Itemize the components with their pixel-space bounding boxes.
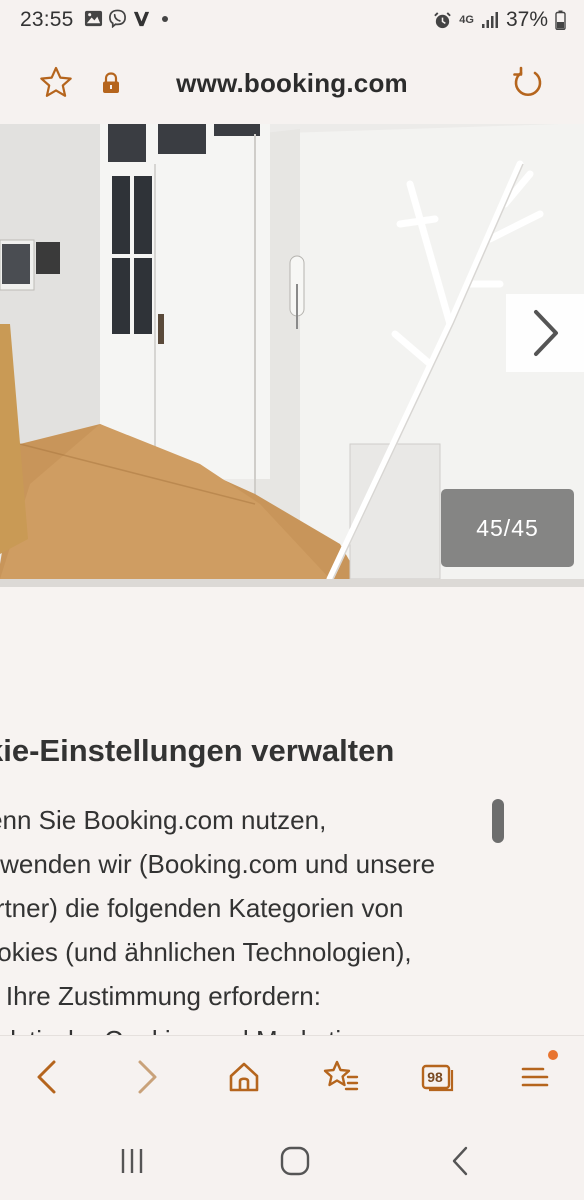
photo-counter: 45/45 [441, 489, 574, 567]
cookie-text-line: verwenden wir (Booking.com und unsere [0, 849, 436, 879]
battery-icon [555, 10, 566, 30]
recent-apps-icon [121, 1149, 143, 1173]
cookie-text-line: Cookies (und ähnlichen Technologien), [0, 937, 412, 967]
cookie-title: kie-Einstellungen verwalten [0, 733, 395, 768]
status-time: 23:55 [20, 8, 74, 31]
dot-icon [162, 15, 168, 22]
bookmarks-icon [323, 1060, 359, 1091]
browser-toolbar: 98 [0, 1035, 584, 1119]
system-back-button[interactable] [439, 1141, 481, 1181]
alarm-icon [434, 11, 452, 28]
battery-percent: 37% [505, 8, 548, 31]
property-photo[interactable]: 45/45 [0, 124, 584, 579]
back-icon [452, 1146, 468, 1176]
cookie-text-line: Wenn Sie Booking.com nutzen, [0, 805, 327, 835]
menu-button[interactable] [514, 1050, 558, 1098]
notification-icons [84, 9, 170, 28]
forward-icon [138, 1060, 157, 1094]
network-4g-icon: 4G [459, 14, 474, 26]
tabs-button[interactable]: 98 [415, 1056, 459, 1098]
back-icon [37, 1060, 56, 1094]
cookie-text-line: Partner) die folgenden Kategorien von [0, 893, 404, 923]
gallery-icon [84, 10, 103, 27]
viber-icon [109, 9, 126, 28]
status-bar: 23:55 4G 37% [0, 0, 584, 42]
reload-icon[interactable] [511, 66, 545, 100]
cookie-text-line: Analytische Cookies und Marketing [0, 1018, 564, 1035]
home-icon [229, 1062, 259, 1092]
divider [0, 579, 584, 587]
notification-dot [548, 1050, 558, 1060]
bookmarks-button[interactable] [320, 1056, 362, 1098]
cookie-text: Wenn Sie Booking.com nutzen, verwenden w… [0, 798, 564, 1035]
home-button[interactable] [223, 1056, 265, 1098]
system-home-button[interactable] [274, 1141, 316, 1181]
chevron-right-icon [534, 310, 558, 356]
address-bar: www.booking.com [0, 42, 584, 124]
cookie-settings-panel[interactable]: kie-Einstellungen verwalten Wenn Sie Boo… [0, 587, 584, 1035]
tabs-count: 98 [427, 1069, 443, 1085]
forward-button[interactable] [126, 1056, 168, 1098]
v-app-icon [133, 11, 150, 27]
url-field[interactable]: www.booking.com [0, 68, 584, 99]
status-right: 4G 37% [433, 8, 566, 32]
scrollbar-thumb[interactable] [492, 799, 504, 843]
back-button[interactable] [26, 1056, 68, 1098]
cookie-text-line: die Ihre Zustimmung erfordern: [0, 981, 321, 1011]
signal-icon [481, 12, 498, 28]
home-icon [280, 1146, 310, 1176]
next-photo-button[interactable] [506, 294, 584, 372]
menu-icon [521, 1067, 549, 1087]
system-navigation-bar [0, 1119, 584, 1200]
recent-apps-button[interactable] [111, 1141, 153, 1181]
